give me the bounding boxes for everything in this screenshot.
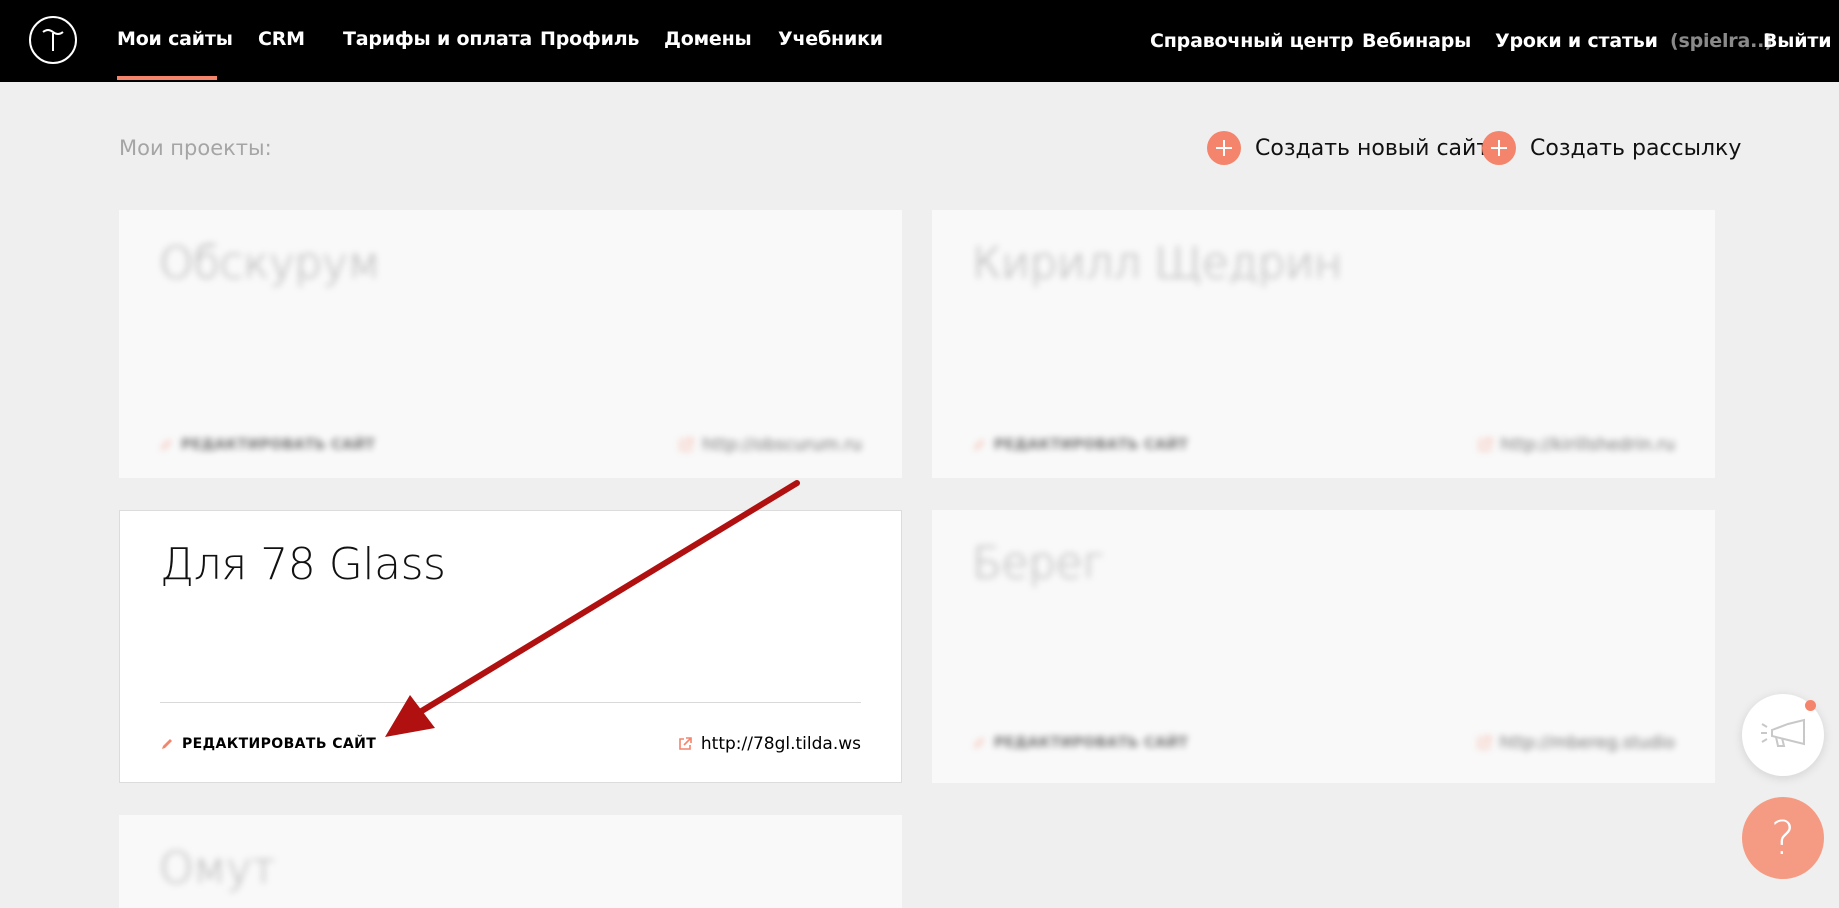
external-link-icon [1478, 438, 1492, 451]
nav-webinars[interactable]: Вебинары [1362, 30, 1471, 52]
help-button[interactable]: ? [1742, 797, 1824, 879]
create-mailing-label: Создать рассылку [1530, 135, 1742, 161]
edit-site-label: РЕДАКТИРОВАТЬ САЙТ [182, 736, 377, 752]
edit-site-link[interactable]: РЕДАКТИРОВАТЬ САЙТ [972, 735, 1188, 751]
site-url-label: http://78gl.tilda.ws [700, 734, 861, 754]
external-link-icon [679, 737, 692, 750]
nav-crm[interactable]: CRM [258, 28, 305, 50]
nav-help-center[interactable]: Справочный центр [1150, 30, 1354, 52]
site-url-label: http://obscurum.ru [702, 435, 862, 455]
edit-site-label: РЕДАКТИРОВАТЬ САЙТ [994, 437, 1189, 453]
project-card[interactable]: Берег РЕДАКТИРОВАТЬ САЙТ http://mbereg.s… [932, 510, 1715, 783]
user-name: (spielra..) [1670, 30, 1773, 52]
pencil-icon [162, 739, 172, 749]
card-divider [160, 702, 861, 703]
edit-site-link[interactable]: РЕДАКТИРОВАТЬ САЙТ [159, 437, 375, 453]
top-nav-bar: Мои сайты CRM Тарифы и оплата Профиль До… [0, 0, 1839, 82]
site-url-label: http://kirillshedrin.ru [1500, 435, 1675, 455]
nav-my-sites[interactable]: Мои сайты [117, 28, 233, 50]
edit-site-label: РЕДАКТИРОВАТЬ САЙТ [181, 437, 376, 453]
plus-icon [1207, 131, 1241, 165]
create-mailing-button[interactable]: Создать рассылку [1482, 131, 1741, 165]
nav-tutorials[interactable]: Учебники [778, 28, 883, 50]
project-card-78-glass[interactable]: Для 78 Glass РЕДАКТИРОВАТЬ САЙТ http://7… [119, 510, 902, 783]
project-title: Берег [972, 538, 1104, 589]
external-link-icon [1477, 736, 1491, 749]
edit-site-link[interactable]: РЕДАКТИРОВАТЬ САЙТ [972, 437, 1188, 453]
project-card[interactable]: Кирилл Щедрин РЕДАКТИРОВАТЬ САЙТ http://… [932, 210, 1715, 478]
pencil-icon [161, 440, 171, 450]
create-site-label: Создать новый сайт [1255, 135, 1490, 161]
plus-icon [1482, 131, 1516, 165]
project-title: Омут [159, 843, 276, 894]
project-title: Кирилл Щедрин [972, 238, 1342, 289]
nav-domains[interactable]: Домены [664, 28, 752, 50]
announcements-button[interactable] [1742, 694, 1824, 776]
active-nav-indicator [117, 76, 217, 80]
site-url-link[interactable]: http://kirillshedrin.ru [1477, 435, 1675, 455]
pencil-icon [974, 738, 984, 748]
tilda-logo[interactable] [29, 16, 77, 64]
nav-profile[interactable]: Профиль [540, 28, 639, 50]
project-title: Для 78 Glass [160, 539, 446, 590]
edit-site-label: РЕДАКТИРОВАТЬ САЙТ [994, 735, 1189, 751]
create-site-button[interactable]: Создать новый сайт [1207, 131, 1489, 165]
nav-tariffs[interactable]: Тарифы и оплата [343, 28, 532, 50]
nav-lessons[interactable]: Уроки и статьи [1495, 30, 1658, 52]
logout-link[interactable]: Выйти [1763, 30, 1832, 52]
projects-label: Мои проекты: [119, 136, 272, 160]
notification-dot [1805, 700, 1816, 711]
site-url-link[interactable]: http://78gl.tilda.ws [677, 734, 861, 754]
site-url-link[interactable]: http://mbereg.studio [1476, 733, 1675, 753]
project-title: Обскурум [159, 238, 381, 289]
pencil-icon [974, 440, 984, 450]
external-link-icon [680, 438, 694, 451]
site-url-link[interactable]: http://obscurum.ru [678, 435, 862, 455]
site-url-label: http://mbereg.studio [1499, 733, 1675, 753]
project-card[interactable]: Обскурум РЕДАКТИРОВАТЬ САЙТ http://obscu… [119, 210, 902, 478]
project-card[interactable]: Омут [119, 815, 902, 908]
edit-site-link[interactable]: РЕДАКТИРОВАТЬ САЙТ [160, 736, 376, 752]
